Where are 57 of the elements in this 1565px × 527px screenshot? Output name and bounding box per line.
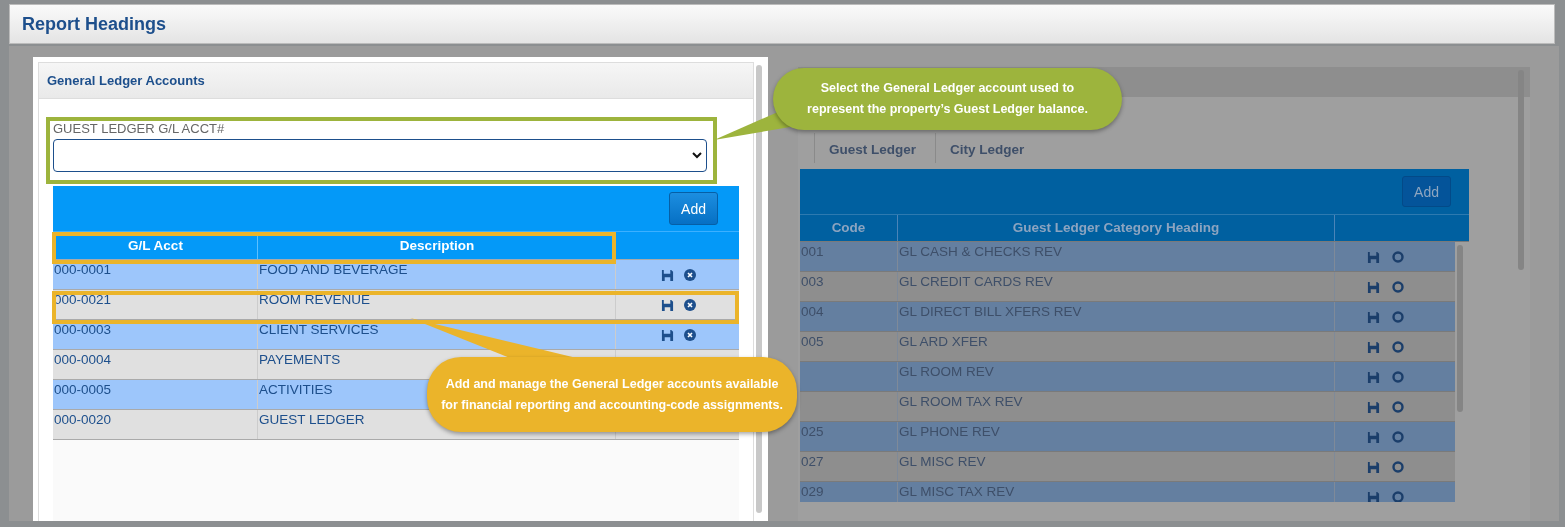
circle-icon[interactable]	[1391, 371, 1404, 383]
table-cell: 000-0021	[53, 290, 258, 319]
save-icon[interactable]	[660, 269, 674, 282]
delete-icon[interactable]	[683, 269, 696, 281]
save-icon[interactable]	[1366, 431, 1380, 444]
delete-icon[interactable]	[683, 329, 696, 341]
table-cell: FOOD AND BEVERAGE	[258, 260, 616, 289]
table-cell: 000-0020	[53, 410, 258, 439]
save-icon[interactable]	[660, 299, 674, 312]
column-header: Description	[258, 232, 616, 259]
column-header: Guest Ledger Category Heading	[898, 215, 1335, 241]
column-header: G/L Acct	[53, 232, 258, 259]
add-button[interactable]: Add	[669, 192, 718, 225]
field-label: GUEST LEDGER G/L ACCT#	[53, 121, 226, 136]
table-cell: GL ARD XFER	[898, 332, 1335, 361]
save-icon[interactable]	[1366, 491, 1380, 502]
save-icon[interactable]	[1366, 371, 1380, 384]
delete-icon[interactable]	[683, 299, 696, 311]
panel-title: General Ledger Accounts	[47, 73, 205, 88]
circle-icon[interactable]	[1391, 311, 1404, 323]
callout-tooltip: Select the General Ledger account used to represent the property’s Guest Ledger balance.	[773, 68, 1122, 130]
circle-icon[interactable]	[1391, 461, 1404, 473]
table-cell: 000-0004	[53, 350, 258, 379]
page-title: Report Headings	[22, 13, 167, 35]
table-cell: GL CREDIT CARDS REV	[898, 272, 1335, 301]
save-icon[interactable]	[1366, 341, 1380, 354]
column-header: Code	[800, 215, 898, 241]
add-button[interactable]: Add	[1402, 176, 1451, 207]
table-row[interactable]: GL ROOM TAX REV	[800, 392, 1455, 422]
save-icon[interactable]	[1366, 401, 1380, 414]
table-row[interactable]: 003 GL CREDIT CARDS REV	[800, 272, 1455, 302]
table-row[interactable]: 005 GL ARD XFER	[800, 332, 1455, 362]
save-icon[interactable]	[1366, 251, 1380, 264]
save-icon[interactable]	[1366, 461, 1380, 474]
table-cell: 000-0005	[53, 380, 258, 409]
chevron-icon	[692, 152, 702, 159]
scrollbar[interactable]	[1457, 245, 1463, 412]
table-cell: GL MISC REV	[898, 452, 1335, 481]
circle-icon[interactable]	[1391, 401, 1404, 413]
table-cell: 000-0003	[53, 320, 258, 349]
table-row[interactable]: 027 GL MISC REV	[800, 452, 1455, 482]
account-select[interactable]	[53, 139, 707, 172]
table-cell: 027	[800, 452, 898, 481]
save-icon[interactable]	[660, 329, 674, 342]
save-icon[interactable]	[1366, 281, 1380, 294]
table-cell: 005	[800, 332, 898, 361]
save-icon[interactable]	[1366, 311, 1380, 324]
circle-icon[interactable]	[1391, 281, 1404, 293]
table-cell: 003	[800, 272, 898, 301]
scrollbar[interactable]	[1518, 70, 1524, 270]
circle-icon[interactable]	[1391, 251, 1404, 263]
table-cell: 000-0001	[53, 260, 258, 289]
ledger-tab[interactable]: Guest Ledger	[814, 133, 936, 163]
circle-icon[interactable]	[1391, 431, 1404, 443]
table-cell: GL ROOM TAX REV	[898, 392, 1335, 421]
circle-icon[interactable]	[1391, 341, 1404, 353]
ledger-tab[interactable]: City Ledger	[936, 133, 1058, 163]
